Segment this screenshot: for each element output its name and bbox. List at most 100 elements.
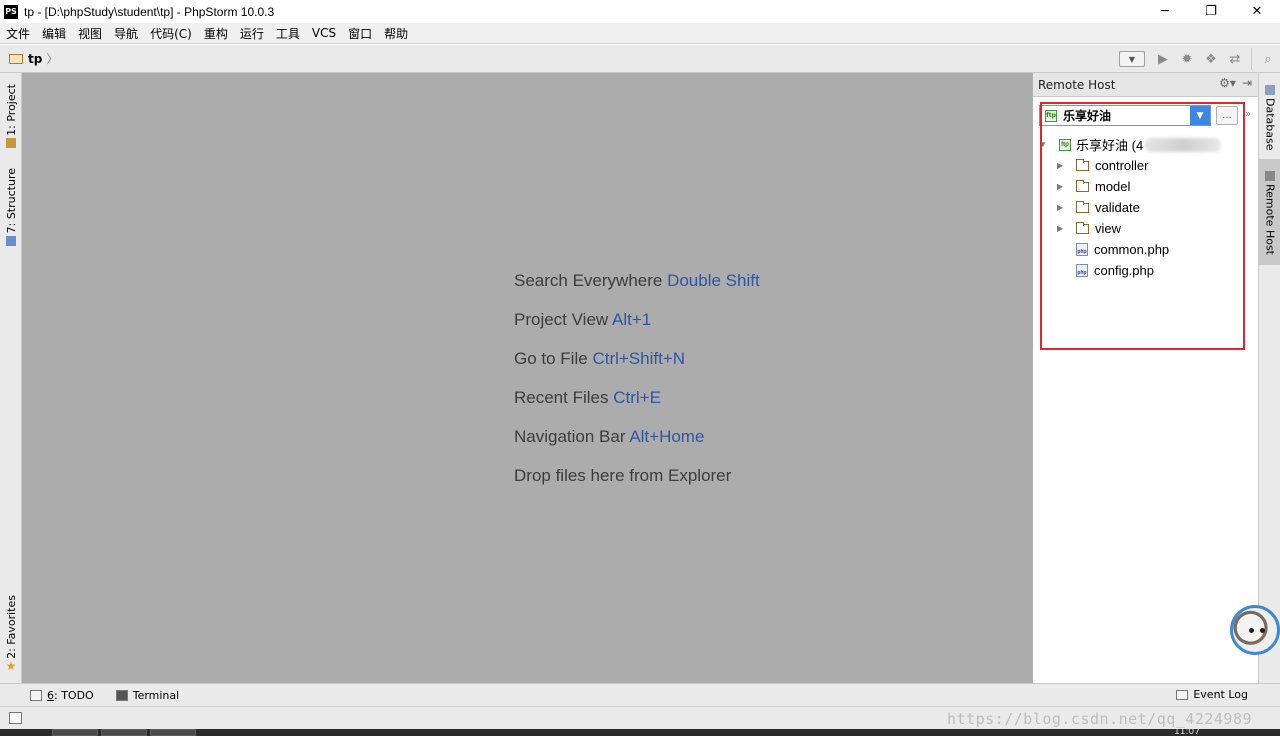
navigation-bar: tp 〉 ▼ ▶ ✹ ❖ ⇄ ⌕: [0, 45, 1280, 73]
menu-run[interactable]: 运行: [234, 25, 270, 42]
menu-help[interactable]: 帮助: [378, 25, 414, 42]
menu-view[interactable]: 视图: [72, 25, 108, 42]
hint-shortcut: Alt+1: [611, 310, 652, 329]
run-config-dropdown[interactable]: ▼: [1119, 51, 1145, 67]
hint-shortcut: Ctrl+Shift+N: [592, 349, 686, 368]
hint-shortcut: Double Shift: [667, 271, 760, 290]
toggle-tool-windows-icon[interactable]: [9, 712, 22, 724]
hint-go-to-file: Go to File Ctrl+Shift+N: [514, 349, 760, 388]
todo-icon: [30, 689, 42, 701]
ftp-icon: ftp: [1045, 109, 1057, 122]
collapsed-arrow-icon[interactable]: ▶: [1057, 182, 1067, 191]
menu-tools[interactable]: 工具: [270, 25, 306, 42]
tree-root-label: 乐享好油 (4: [1076, 138, 1144, 153]
star-icon: ★: [5, 658, 17, 673]
taskbar-button[interactable]: [52, 729, 98, 736]
tab-database-label: Database: [1263, 98, 1277, 151]
os-taskbar: 11:07: [0, 729, 1280, 736]
tree-item-label: controller: [1095, 158, 1149, 173]
watermark: https://blog.csdn.net/qq_4224989: [947, 710, 1252, 728]
tab-favorites-label: 2: Favorites: [4, 595, 18, 659]
tab-project[interactable]: 1: Project: [0, 77, 22, 155]
menu-edit[interactable]: 编辑: [36, 25, 72, 42]
panel-header-icons: ⚙▾ ⇥: [1219, 76, 1252, 90]
tree-item[interactable]: ▶ model: [1033, 176, 1259, 197]
tab-structure[interactable]: 7: Structure: [0, 165, 22, 249]
tab-todo[interactable]: 6: TODO: [30, 689, 94, 702]
blurred-host-address: [1145, 137, 1222, 152]
tree-item-label: config.php: [1094, 263, 1154, 278]
hint-recent-files: Recent Files Ctrl+E: [514, 388, 760, 427]
vcs-update-icon[interactable]: ⇄: [1223, 48, 1247, 70]
taskbar-clock: 11:07: [1174, 729, 1200, 736]
remote-file-tree: ▼ ftp 乐享好油 (4 ▶ controller ▶ model ▶ val…: [1033, 134, 1259, 281]
taskbar-button[interactable]: [150, 729, 196, 736]
breadcrumb-chevron-icon: 〉: [46, 52, 59, 66]
menu-navigate[interactable]: 导航: [108, 25, 144, 42]
hint-project-view: Project View Alt+1: [514, 310, 760, 349]
structure-icon: [6, 235, 16, 246]
event-log-label: Event Log: [1193, 688, 1248, 701]
window-title: tp - [D:\phpStudy\student\tp] - PhpStorm…: [24, 4, 275, 19]
tab-project-label: 1: Project: [4, 84, 18, 136]
minimize-button[interactable]: ─: [1142, 0, 1188, 23]
expand-arrow-icon[interactable]: ▼: [1039, 140, 1049, 149]
tree-item-label: model: [1095, 179, 1131, 194]
collapsed-arrow-icon[interactable]: ▶: [1057, 161, 1067, 170]
tree-item[interactable]: ▶ validate: [1033, 197, 1259, 218]
coverage-icon[interactable]: ❖: [1199, 48, 1223, 70]
toolbar-divider: [1251, 48, 1252, 70]
maximize-button[interactable]: ❐: [1188, 0, 1234, 23]
menu-code[interactable]: 代码(C): [144, 25, 198, 42]
menu-refactor[interactable]: 重构: [198, 25, 234, 42]
menu-file[interactable]: 文件: [0, 25, 36, 42]
collapsed-arrow-icon[interactable]: ▶: [1057, 224, 1067, 233]
menu-vcs[interactable]: VCS: [306, 26, 342, 40]
tab-remote-host[interactable]: Remote Host: [1259, 159, 1280, 265]
folder-icon: [1076, 179, 1089, 192]
tab-event-log[interactable]: Event Log: [1176, 688, 1248, 701]
right-tool-strip: Database Remote Host: [1258, 73, 1280, 683]
gear-icon[interactable]: ⚙▾: [1219, 76, 1236, 90]
collapsed-arrow-icon[interactable]: ▶: [1057, 203, 1067, 212]
close-button[interactable]: ✕: [1234, 0, 1280, 23]
debug-icon[interactable]: ✹: [1175, 48, 1199, 70]
todo-number: 6: [47, 688, 54, 702]
search-icon[interactable]: ⌕: [1256, 48, 1280, 70]
tree-item[interactable]: php config.php: [1033, 260, 1259, 281]
tree-root[interactable]: ▼ ftp 乐享好油 (4: [1033, 134, 1259, 155]
remote-host-title: Remote Host: [1038, 77, 1116, 92]
avatar-eye: [1249, 628, 1254, 633]
double-chevron-icon[interactable]: »: [1245, 109, 1251, 120]
hint-text: Recent Files: [514, 388, 609, 407]
server-settings-button[interactable]: ...: [1216, 106, 1238, 125]
hint-text: Drop files here from Explorer: [514, 466, 732, 485]
hint-text: Navigation Bar: [514, 427, 626, 446]
server-select[interactable]: ftp 乐享好油 ▼: [1039, 105, 1211, 126]
floating-avatar[interactable]: [1230, 605, 1280, 655]
breadcrumb[interactable]: tp 〉: [9, 50, 58, 67]
tree-item[interactable]: ▶ controller: [1033, 155, 1259, 176]
tree-item[interactable]: php common.php: [1033, 239, 1259, 260]
tab-terminal[interactable]: Terminal: [115, 689, 179, 702]
chevron-down-icon[interactable]: ▼: [1190, 106, 1210, 125]
editor-area[interactable]: Search Everywhere Double Shift Project V…: [22, 73, 1032, 683]
event-log-icon: [1176, 689, 1189, 700]
run-icon[interactable]: ▶: [1151, 48, 1175, 70]
taskbar-button[interactable]: [101, 729, 147, 736]
tree-item[interactable]: ▶ view: [1033, 218, 1259, 239]
php-file-icon: php: [1076, 264, 1088, 277]
project-icon: [6, 137, 16, 148]
breadcrumb-project[interactable]: tp: [28, 52, 42, 66]
run-toolbar: ▼ ▶ ✹ ❖ ⇄ ⌕: [1119, 45, 1280, 73]
tab-structure-label: 7: Structure: [4, 168, 18, 234]
hide-panel-icon[interactable]: ⇥: [1242, 76, 1252, 90]
editor-hints: Search Everywhere Double Shift Project V…: [514, 271, 760, 505]
tab-favorites[interactable]: 2: Favorites ★: [0, 593, 22, 675]
menu-window[interactable]: 窗口: [342, 25, 378, 42]
tree-item-label: view: [1095, 221, 1122, 236]
tab-database[interactable]: Database: [1259, 81, 1280, 153]
menu-bar: 文件 编辑 视图 导航 代码(C) 重构 运行 工具 VCS 窗口 帮助: [0, 23, 1280, 44]
hint-search-everywhere: Search Everywhere Double Shift: [514, 271, 760, 310]
remote-host-panel: Remote Host ⚙▾ ⇥ ftp 乐享好油 ▼ ... » ▼ ftp …: [1032, 73, 1258, 683]
